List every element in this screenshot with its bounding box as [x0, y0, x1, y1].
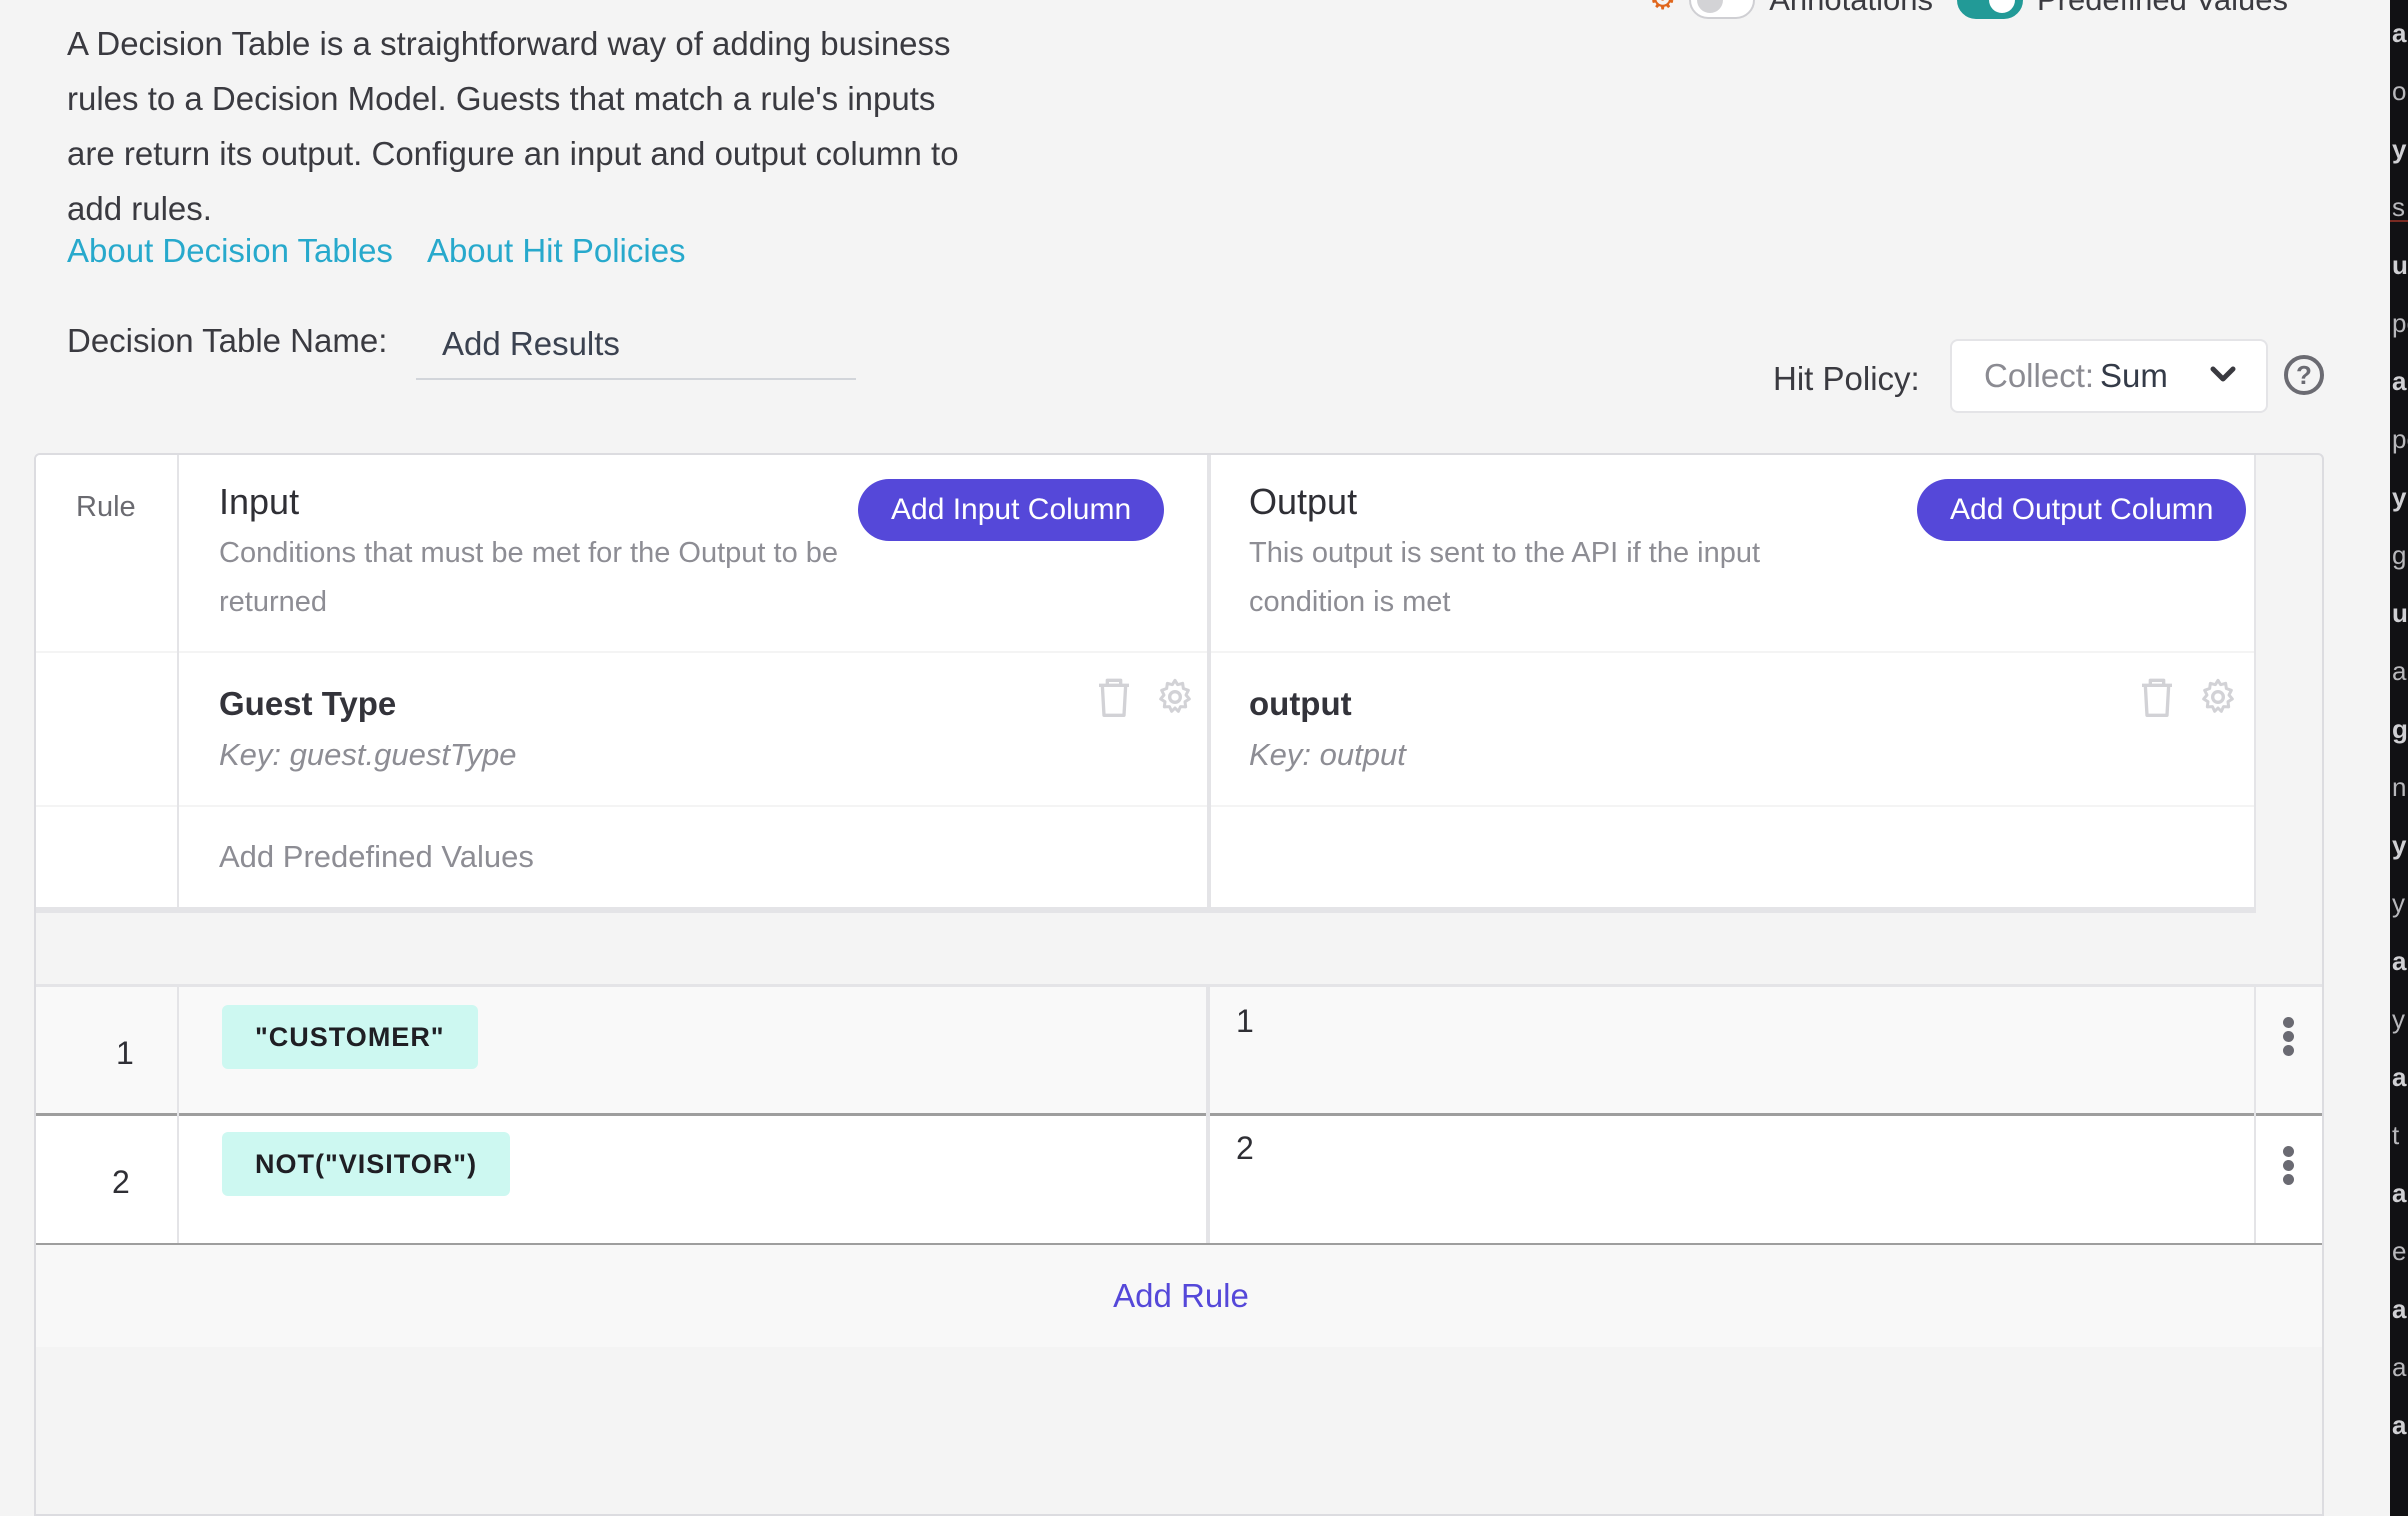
trash-icon[interactable] [2137, 675, 2177, 719]
input-column-cell: Guest Type Key: guest.guestType [179, 653, 1207, 805]
output-title: Output [1249, 481, 1358, 522]
panel-text-fragment: a [2392, 18, 2407, 48]
rule-blank-cell [36, 653, 177, 805]
annotations-toggle[interactable] [1689, 0, 1756, 19]
hit-policy-label: Hit Policy: [1773, 360, 1920, 397]
add-input-column-button[interactable]: Add Input Column [858, 479, 1165, 541]
toggle-knob [1697, 0, 1724, 13]
predefined-values-toggle[interactable] [1956, 0, 2023, 19]
rule-blank-cell [36, 807, 177, 907]
trash-icon[interactable] [1094, 675, 1134, 719]
panel-text-fragment: y [2392, 482, 2407, 512]
description-text: A Decision Table is a straightforward wa… [67, 25, 959, 227]
panel-text-fragment: a [2392, 1352, 2407, 1382]
panel-text-fragment: pe [2392, 424, 2408, 454]
add-rule-button[interactable]: Add Rule [36, 1245, 2322, 1347]
predefined-values-label: Predefined Values [2037, 0, 2288, 18]
table-row: 1 "CUSTOMER" 1 [36, 987, 2322, 1113]
input-predefined-cell[interactable]: Add Predefined Values [179, 807, 1207, 907]
panel-text-fragment: a [2392, 1410, 2407, 1440]
panel-text-fragment: u [2392, 598, 2408, 628]
toggle-knob [1988, 0, 2015, 13]
table-row: 2 NOT("VISITOR") 2 [36, 1116, 2322, 1243]
panel-text-fragment: a [2392, 656, 2407, 686]
input-column-key: Key: guest.guestType [219, 737, 517, 772]
gear-icon[interactable] [1155, 675, 1195, 719]
panel-text-fragment: a [2392, 1062, 2407, 1092]
panel-text-fragment: a [2392, 366, 2407, 396]
add-predefined-values[interactable]: Add Predefined Values [219, 839, 534, 875]
rule-header: Rule [76, 491, 136, 523]
output-value[interactable]: 2 [1236, 1130, 1254, 1167]
output-column-name: output [1249, 685, 1352, 722]
about-decision-tables-link[interactable]: About Decision Tables [67, 232, 393, 270]
hit-policy-prefix: Collect: [1984, 357, 2095, 394]
panel-text-fragment: a [2392, 946, 2407, 976]
chevron-down-icon [2210, 366, 2236, 382]
output-column-cell: output Key: output [1209, 653, 2254, 805]
panel-text-fragment: a [2392, 1294, 2407, 1324]
view-toggles: ⚙ Annotations Predefined Values [1649, 0, 2298, 22]
column-divider [1207, 455, 1211, 907]
output-subtitle: This output is sent to the API if the in… [1249, 537, 1761, 618]
help-icon[interactable]: ? [2284, 355, 2324, 395]
panel-text-fragment: y [2392, 830, 2407, 860]
more-options-icon[interactable] [2278, 1017, 2298, 1061]
table-name-label: Decision Table Name: [67, 322, 388, 359]
output-header-cell: Output This output is sent to the API if… [1209, 455, 2254, 651]
panel-text-fragment: n [2392, 772, 2407, 802]
panel-text-fragment: y [2392, 1004, 2405, 1034]
input-condition-chip[interactable]: "CUSTOMER" [222, 1005, 478, 1069]
column-divider [2254, 455, 2256, 913]
output-predefined-cell [1209, 807, 2254, 907]
panel-text-fragment: e [2392, 1236, 2407, 1266]
decision-table: Rule Input Conditions that must be met f… [34, 453, 2324, 1516]
panel-text-fragment: a [2392, 1178, 2407, 1208]
output-column-key: Key: output [1249, 737, 1406, 772]
panel-text-fragment: s [2392, 192, 2405, 222]
input-header-cell: Input Conditions that must be met for th… [179, 455, 1235, 651]
header-divider [36, 907, 2254, 913]
rule-number: 2 [112, 1164, 130, 1200]
input-condition-chip[interactable]: NOT("VISITOR") [222, 1132, 511, 1196]
gear-icon[interactable]: ⚙ [1649, 0, 1676, 15]
input-subtitle: Conditions that must be met for the Outp… [219, 537, 839, 618]
rule-header-cell: Rule [36, 455, 177, 651]
output-value[interactable]: 1 [1236, 1003, 1254, 1040]
column-divider [177, 455, 179, 907]
column-divider [1206, 987, 1210, 1243]
adjacent-panel: aoysupeapeyguagnyyayataeaaa [2390, 0, 2408, 1516]
panel-text-fragment: g [2392, 714, 2408, 744]
panel-text-fragment: g [2392, 540, 2407, 570]
input-title: Input [219, 481, 300, 522]
panel-text-fragment: pe [2392, 308, 2408, 338]
hit-policy-value: Sum [2100, 357, 2168, 394]
input-column-name: Guest Type [219, 685, 397, 722]
panel-text-fragment: y [2392, 888, 2405, 918]
table-name-input[interactable] [416, 310, 856, 380]
panel-text-fragment: o [2392, 76, 2407, 106]
more-options-icon[interactable] [2278, 1146, 2298, 1190]
about-hit-policies-link[interactable]: About Hit Policies [427, 232, 686, 270]
hit-policy-select[interactable]: Collect: Sum [1950, 339, 2268, 413]
column-divider [2254, 987, 2256, 1243]
decision-table-editor: ⚙ Annotations Predefined Values A Decisi… [0, 0, 2383, 1516]
panel-text-fragment: t [2392, 1120, 2400, 1150]
panel-text-fragment: u [2392, 250, 2408, 280]
panel-text-fragment: y [2392, 134, 2407, 164]
annotations-label: Annotations [1769, 0, 1933, 18]
add-output-column-button[interactable]: Add Output Column [1917, 479, 2247, 541]
rule-number: 1 [116, 1035, 134, 1071]
help-links: About Decision Tables About Hit Policies [67, 232, 686, 270]
gear-icon[interactable] [2198, 675, 2238, 719]
column-divider [177, 987, 179, 1243]
